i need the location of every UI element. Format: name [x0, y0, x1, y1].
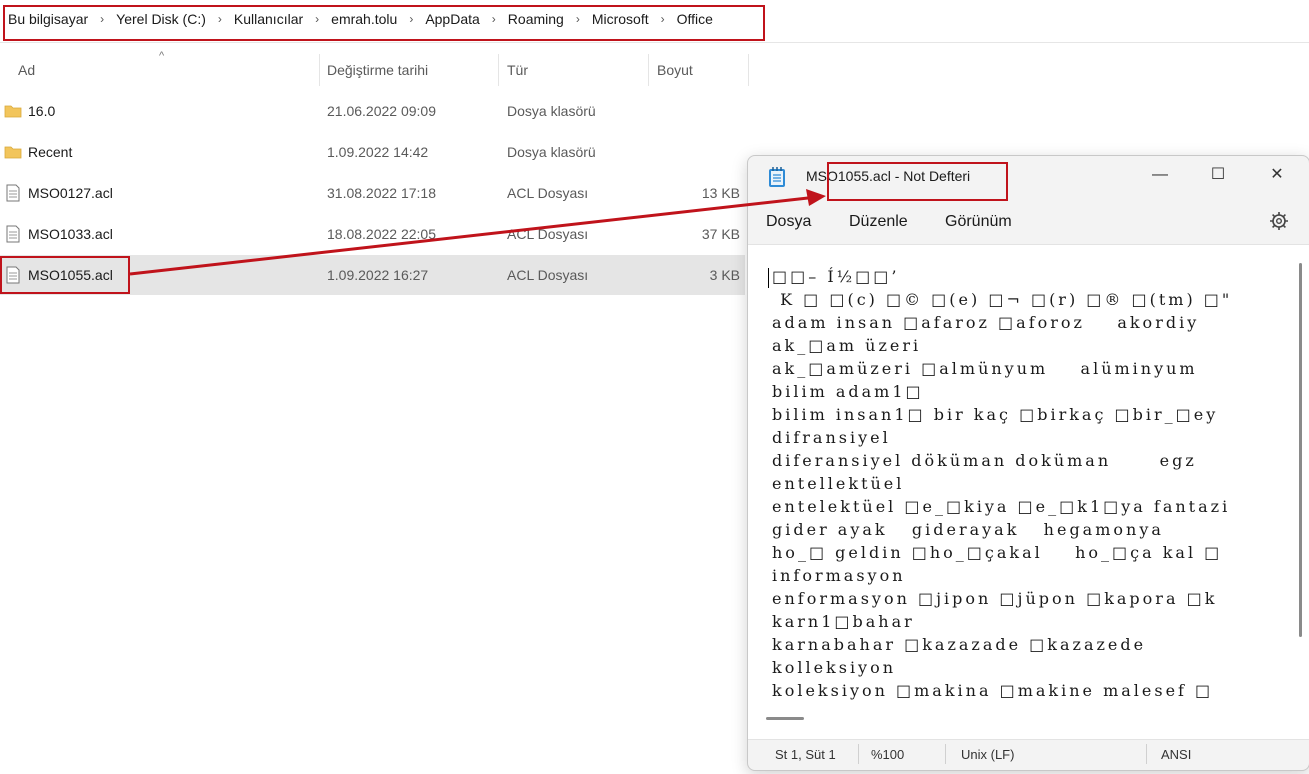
file-icon	[6, 225, 20, 243]
encoding: ANSI	[1161, 747, 1192, 762]
folder-icon	[4, 146, 22, 159]
column-divider[interactable]	[748, 54, 749, 86]
vertical-scrollbar[interactable]	[1299, 263, 1302, 637]
gear-icon[interactable]	[1268, 210, 1290, 232]
column-type[interactable]: Tür	[507, 50, 528, 90]
text-caret	[768, 268, 769, 288]
column-divider[interactable]	[648, 54, 649, 86]
file-size: 37 KB	[701, 226, 740, 242]
file-modified: 31.08.2022 17:18	[327, 185, 436, 201]
column-header: Ad Değiştirme tarihi Tür Boyut	[0, 50, 750, 90]
column-divider[interactable]	[319, 54, 320, 86]
column-modified[interactable]: Değiştirme tarihi	[327, 50, 428, 90]
file-type: ACL Dosyası	[507, 267, 589, 283]
text-editor[interactable]: □□– Í½□□’ K □ □(c) □© □(e) □¬ □(r) □® □(…	[748, 244, 1309, 740]
file-modified: 18.08.2022 22:05	[327, 226, 436, 242]
file-highlight-box	[0, 256, 130, 294]
menu-bar: Dosya Düzenle Görünüm	[748, 204, 1309, 244]
file-type: ACL Dosyası	[507, 226, 589, 242]
column-divider[interactable]	[498, 54, 499, 86]
maximize-button[interactable]: ☐	[1189, 156, 1247, 196]
file-modified: 21.06.2022 09:09	[327, 103, 436, 119]
file-name: Recent	[28, 144, 73, 160]
minimize-button[interactable]: —	[1131, 156, 1189, 196]
status-divider	[1146, 744, 1147, 764]
menu-edit[interactable]: Düzenle	[849, 213, 908, 231]
file-row[interactable]: MSO0127.acl 31.08.2022 17:18 ACL Dosyası…	[0, 173, 745, 213]
status-divider	[945, 744, 946, 764]
status-divider	[858, 744, 859, 764]
file-icon	[6, 184, 20, 202]
cursor-position: St 1, Süt 1	[775, 747, 836, 762]
notepad-icon	[769, 167, 785, 187]
file-name: 16.0	[28, 103, 56, 119]
file-modified: 1.09.2022 16:27	[327, 267, 429, 283]
menu-file[interactable]: Dosya	[766, 213, 811, 231]
file-type: ACL Dosyası	[507, 185, 589, 201]
file-size: 3 KB	[709, 267, 740, 283]
file-name: MSO1033.acl	[28, 226, 113, 242]
column-size[interactable]: Boyut	[657, 50, 693, 90]
file-name: MSO0127.acl	[28, 185, 113, 201]
horizontal-scrollbar[interactable]	[766, 717, 804, 720]
file-modified: 1.09.2022 14:42	[327, 144, 429, 160]
file-type: Dosya klasörü	[507, 103, 596, 119]
sort-ascending-icon: ^	[159, 50, 165, 62]
close-button[interactable]: ✕	[1248, 156, 1306, 196]
breadcrumb-highlight-box	[3, 5, 765, 41]
folder-icon	[4, 105, 22, 118]
editor-content: □□– Í½□□’ K □ □(c) □© □(e) □¬ □(r) □® □(…	[772, 267, 1233, 700]
zoom-level: %100	[871, 747, 905, 762]
file-row[interactable]: Recent 1.09.2022 14:42 Dosya klasörü	[0, 132, 745, 172]
title-highlight-box	[827, 162, 1008, 201]
file-size	[650, 132, 740, 172]
file-row[interactable]: MSO1033.acl 18.08.2022 22:05 ACL Dosyası…	[0, 214, 745, 254]
file-type: Dosya klasörü	[507, 144, 596, 160]
status-bar: St 1, Süt 1 %100 Unix (LF) ANSI	[748, 738, 1309, 770]
menu-view[interactable]: Görünüm	[945, 213, 1012, 231]
file-row[interactable]: 16.0 21.06.2022 09:09 Dosya klasörü	[0, 91, 745, 131]
file-size	[650, 91, 740, 131]
line-ending: Unix (LF)	[961, 747, 1015, 762]
column-name[interactable]: Ad	[18, 50, 35, 90]
file-size: 13 KB	[701, 185, 740, 201]
notepad-window: MSO1055.acl - Not Defteri — ☐ ✕ Dosya Dü…	[747, 155, 1309, 771]
